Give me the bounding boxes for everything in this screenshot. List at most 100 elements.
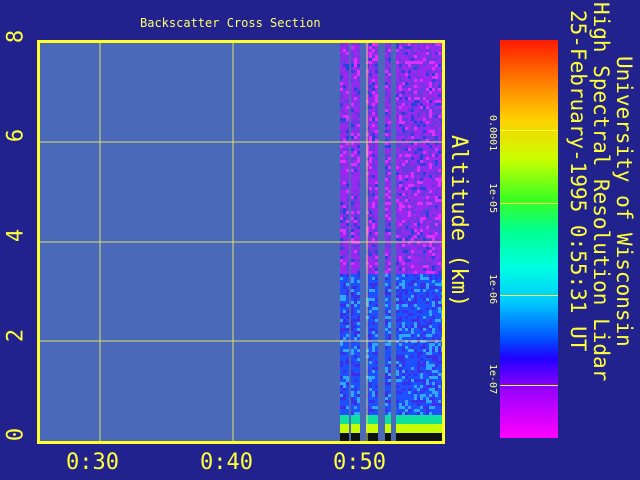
data-cell (385, 391, 388, 394)
data-cell (399, 163, 402, 166)
data-cell (399, 271, 402, 274)
data-cell (375, 106, 378, 109)
data-cell (426, 424, 429, 427)
data-cell (435, 415, 438, 418)
data-cell (423, 103, 426, 106)
data-cell (375, 208, 378, 211)
data-cell (435, 67, 438, 70)
data-cell (340, 151, 343, 154)
data-cell (340, 94, 343, 97)
data-cell (354, 439, 357, 441)
data-cell (372, 415, 375, 418)
data-cell (441, 217, 442, 220)
data-cell (423, 187, 426, 190)
data-cell (354, 268, 357, 271)
data-cell (346, 277, 349, 280)
data-cell (372, 85, 375, 88)
data-cell (414, 208, 417, 211)
data-cell (396, 244, 399, 247)
data-cell (354, 262, 357, 265)
data-cell (429, 145, 432, 148)
data-cell (414, 334, 417, 337)
data-cell (346, 370, 349, 373)
data-cell (423, 46, 426, 49)
data-cell (343, 190, 346, 193)
data-cell (420, 43, 423, 46)
data-cell (408, 268, 411, 271)
colorbar-label: 1e-07 (487, 364, 498, 395)
data-cell (388, 43, 391, 46)
data-cell (420, 325, 423, 328)
data-cell (438, 280, 441, 283)
data-cell (343, 379, 346, 382)
data-cell (432, 253, 435, 256)
data-cell (429, 349, 432, 352)
data-cell (426, 103, 429, 106)
data-cell (402, 106, 405, 109)
data-cell (411, 319, 414, 322)
data-cell (385, 76, 388, 79)
data-cell (354, 130, 357, 133)
data-cell (354, 271, 357, 274)
data-cell (351, 235, 354, 238)
data-cell (351, 193, 354, 196)
data-cell (372, 328, 375, 331)
data-cell (357, 406, 360, 409)
data-cell (426, 178, 429, 181)
data-cell (388, 49, 391, 52)
data-cell (346, 223, 349, 226)
data-cell (354, 43, 357, 46)
data-cell (417, 109, 420, 112)
data-cell (408, 91, 411, 94)
data-cell (351, 352, 354, 355)
data-cell (343, 355, 346, 358)
data-cell (375, 346, 378, 349)
data-cell (405, 370, 408, 373)
data-cell (357, 127, 360, 130)
data-cell (423, 265, 426, 268)
data-cell (435, 286, 438, 289)
data-cell (441, 181, 442, 184)
data-cell (357, 82, 360, 85)
data-cell (426, 199, 429, 202)
data-cell (399, 46, 402, 49)
data-cell (357, 166, 360, 169)
data-cell (417, 295, 420, 298)
data-cell (351, 379, 354, 382)
data-cell (426, 367, 429, 370)
data-cell (423, 151, 426, 154)
data-cell (435, 157, 438, 160)
data-cell (429, 259, 432, 262)
data-cell (441, 100, 442, 103)
data-cell (369, 157, 372, 160)
data-cell (343, 259, 346, 262)
data-cell (405, 64, 408, 67)
data-cell (343, 292, 346, 295)
data-cell (429, 223, 432, 226)
data-cell (396, 217, 399, 220)
data-cell (340, 385, 343, 388)
data-cell (414, 154, 417, 157)
data-cell (417, 208, 420, 211)
data-cell (438, 253, 441, 256)
data-cell (340, 223, 343, 226)
data-cell (346, 178, 349, 181)
data-cell (438, 271, 441, 274)
data-cell (354, 175, 357, 178)
data-cell (423, 295, 426, 298)
data-cell (346, 166, 349, 169)
data-cell (426, 436, 429, 439)
data-cell (357, 307, 360, 310)
data-cell (351, 427, 354, 430)
data-cell (340, 403, 343, 406)
data-cell (411, 223, 414, 226)
data-cell (435, 160, 438, 163)
data-cell (396, 211, 399, 214)
data-cell (346, 253, 349, 256)
data-cell (429, 265, 432, 268)
data-cell (340, 289, 343, 292)
data-cell (426, 430, 429, 433)
data-cell (357, 370, 360, 373)
data-cell (432, 148, 435, 151)
data-cell (351, 217, 354, 220)
